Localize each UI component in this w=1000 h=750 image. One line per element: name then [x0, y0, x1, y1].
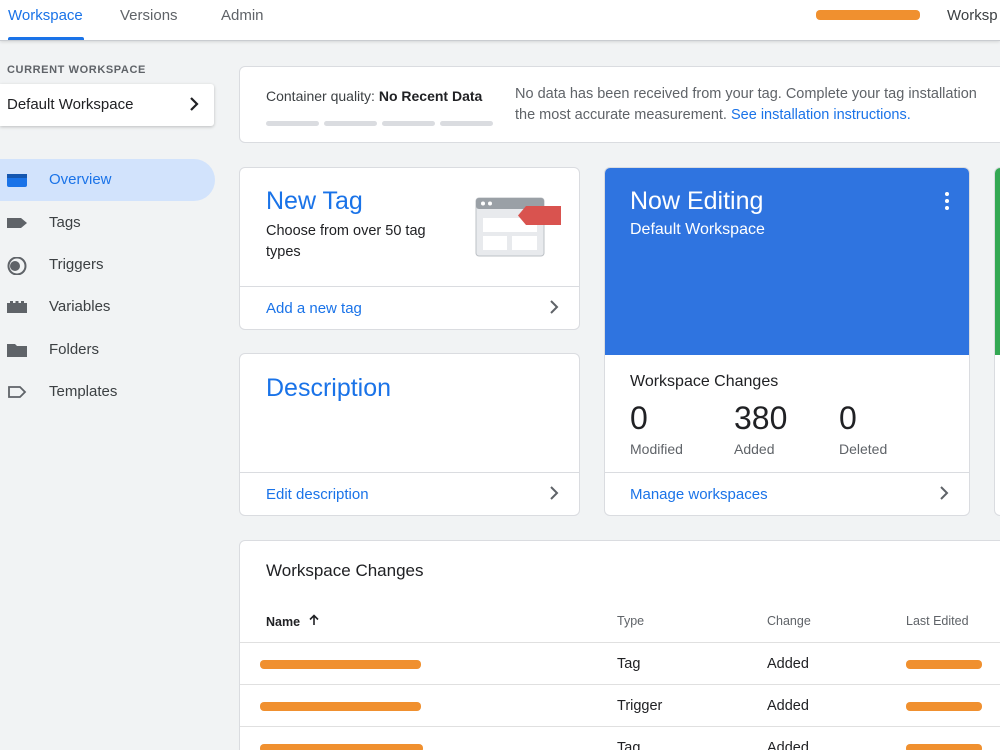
redacted-name[interactable] — [260, 702, 421, 711]
stat-added: 380 Added — [734, 400, 788, 457]
sidebar-item-triggers[interactable]: Triggers — [0, 244, 215, 286]
workspace-changes-title: Workspace Changes — [266, 561, 424, 580]
redacted-name[interactable] — [260, 660, 421, 669]
container-quality-value: No Recent Data — [378, 88, 483, 104]
chevron-right-icon — [549, 299, 559, 320]
template-icon — [7, 384, 27, 400]
sidebar-item-overview[interactable]: Overview — [0, 159, 215, 201]
divider — [240, 472, 579, 473]
stat-deleted: 0 Deleted — [839, 400, 888, 457]
container-quality-banner: Container quality: No Recent Data No dat… — [239, 66, 1000, 143]
tag-illustration-icon — [474, 196, 564, 263]
workspace-selector[interactable]: Default Workspace — [0, 84, 214, 126]
installation-instructions-link[interactable]: See installation instructions. — [731, 107, 911, 123]
folder-icon — [7, 342, 27, 358]
quality-progress-bars — [266, 113, 498, 131]
redacted-last-edited — [906, 660, 982, 669]
sidebar-item-label: Overview — [49, 171, 112, 188]
now-editing-workspace: Default Workspace — [630, 221, 765, 238]
version-card-partial — [994, 167, 1000, 516]
current-workspace-label: CURRENT WORKSPACE — [7, 64, 146, 76]
sidebar-item-folders[interactable]: Folders — [0, 329, 215, 371]
redacted-container-id — [816, 10, 920, 20]
now-editing-title: Now Editing — [630, 187, 764, 215]
tag-icon — [7, 215, 27, 231]
workspace-name: Default Workspace — [7, 96, 134, 113]
stat-modified: 0 Modified — [630, 400, 683, 457]
variables-icon — [7, 299, 27, 315]
active-tab-indicator — [8, 37, 84, 40]
column-header-change[interactable]: Change — [767, 614, 811, 628]
table-row[interactable]: Tag Added — [240, 726, 1000, 750]
top-nav: Workspace Versions Admin Worksp — [0, 0, 1000, 41]
add-new-tag-link[interactable]: Add a new tag — [266, 300, 362, 317]
workspace-menu-label[interactable]: Worksp — [947, 7, 998, 41]
sidebar-item-label: Folders — [49, 341, 100, 358]
divider — [240, 286, 579, 287]
tab-versions[interactable]: Versions — [120, 7, 178, 41]
chevron-right-icon — [939, 485, 949, 506]
description-title: Description — [266, 374, 392, 402]
column-header-type[interactable]: Type — [617, 614, 644, 628]
overview-icon — [7, 172, 27, 188]
sidebar-item-tags[interactable]: Tags — [0, 202, 215, 244]
sidebar-item-variables[interactable]: Variables — [0, 286, 215, 328]
divider — [605, 472, 969, 473]
table-row[interactable]: Tag Added — [240, 642, 1000, 684]
sidebar-item-label: Tags — [49, 214, 81, 231]
manage-workspaces-link[interactable]: Manage workspaces — [630, 486, 768, 503]
now-editing-card: Now Editing Default Workspace Workspace … — [604, 167, 970, 516]
table-row[interactable]: Trigger Added — [240, 684, 1000, 726]
tab-workspace[interactable]: Workspace — [8, 7, 83, 41]
new-tag-subtitle: Choose from over 50 tag types — [266, 223, 426, 260]
new-tag-card[interactable]: New Tag Choose from over 50 tag types Ad… — [239, 167, 580, 330]
column-header-last-edited[interactable]: Last Edited — [906, 614, 969, 628]
trigger-icon — [7, 256, 27, 276]
description-card: Description Edit description — [239, 353, 580, 516]
now-editing-header: Now Editing Default Workspace — [605, 168, 969, 355]
column-header-name[interactable]: Name — [266, 614, 320, 629]
sidebar-item-label: Variables — [49, 298, 111, 315]
container-quality-label: Container quality: No Recent Data — [266, 88, 483, 104]
quality-message: No data has been received from your tag.… — [515, 86, 977, 123]
chevron-right-icon — [549, 485, 559, 506]
new-tag-title: New Tag — [266, 187, 363, 215]
sidebar-item-templates[interactable]: Templates — [0, 371, 215, 413]
tab-admin[interactable]: Admin — [221, 7, 264, 41]
redacted-last-edited — [906, 744, 982, 750]
sidebar-item-label: Templates — [49, 383, 118, 400]
redacted-name[interactable] — [260, 744, 423, 750]
workspace-changes-heading: Workspace Changes — [630, 373, 779, 390]
workspace-changes-table: Workspace Changes Name Type Change Last … — [239, 540, 1000, 750]
more-vert-icon[interactable] — [945, 192, 949, 213]
redacted-last-edited — [906, 702, 982, 711]
chevron-right-icon — [188, 95, 200, 118]
sidebar-item-label: Triggers — [49, 256, 104, 273]
edit-description-link[interactable]: Edit description — [266, 486, 369, 503]
arrow-up-icon — [308, 614, 320, 629]
